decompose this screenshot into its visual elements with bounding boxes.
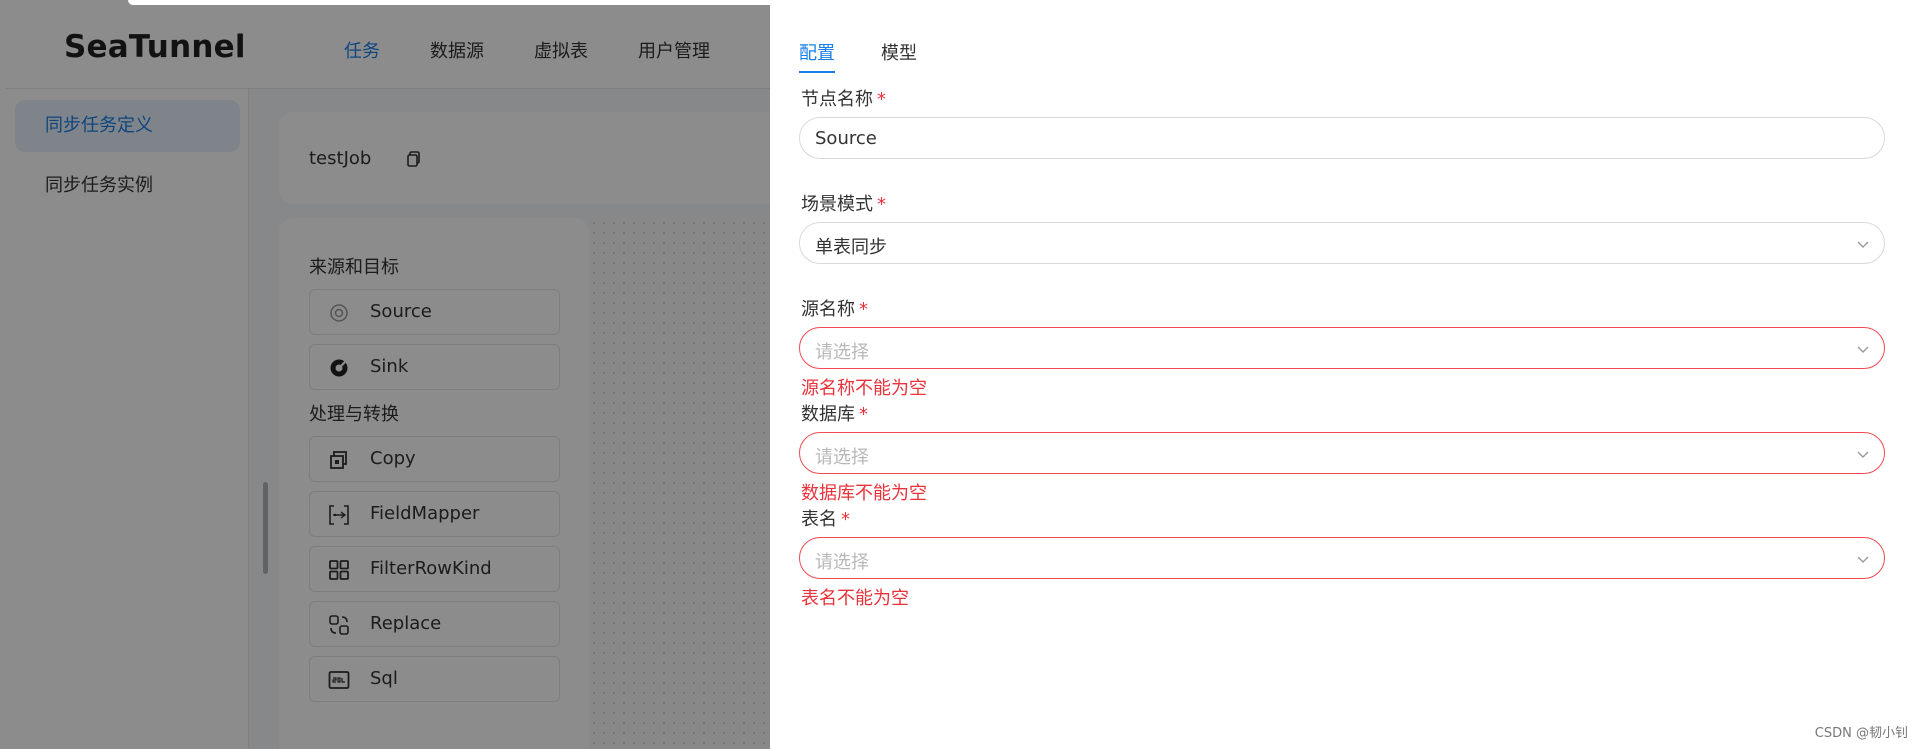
source-name-label: 源名称 * (801, 299, 868, 320)
watermark: CSDN @韧小钊 (1814, 726, 1908, 741)
required-mark: * (877, 194, 886, 215)
required-mark: * (877, 89, 886, 110)
tab-config[interactable]: 配置 (799, 39, 835, 73)
table-name-label: 表名 * (801, 509, 850, 530)
node-name-value: Source (815, 128, 877, 149)
chevron-down-icon (1857, 451, 1869, 458)
database-error: 数据库不能为空 (801, 483, 927, 504)
scene-mode-value: 单表同步 (815, 237, 887, 258)
chevron-down-icon (1857, 241, 1869, 248)
table-name-placeholder: 请选择 (815, 552, 869, 573)
scene-mode-select[interactable]: 单表同步 (799, 222, 1885, 264)
database-placeholder: 请选择 (815, 447, 869, 468)
table-name-select[interactable]: 请选择 (799, 537, 1885, 579)
source-name-error: 源名称不能为空 (801, 378, 927, 399)
required-mark: * (859, 299, 868, 320)
database-label: 数据库 * (801, 404, 868, 425)
node-name-input[interactable]: Source (799, 117, 1885, 159)
drawer-tabs: 配置 模型 (799, 39, 963, 73)
node-name-label: 节点名称 * (801, 89, 886, 110)
modal-overlay[interactable] (0, 0, 770, 749)
source-name-placeholder: 请选择 (815, 342, 869, 363)
chevron-down-icon (1857, 346, 1869, 353)
source-name-select[interactable]: 请选择 (799, 327, 1885, 369)
required-mark: * (859, 404, 868, 425)
required-mark: * (841, 509, 850, 530)
tab-model[interactable]: 模型 (881, 39, 917, 73)
node-config-drawer: 配置 模型 节点名称 * Source 场景模式 * 单表同步 源名称 * 请选择 源… (770, 9, 1920, 749)
database-select[interactable]: 请选择 (799, 432, 1885, 474)
chevron-down-icon (1857, 556, 1869, 563)
scene-mode-label: 场景模式 * (801, 194, 886, 215)
table-name-error: 表名不能为空 (801, 588, 909, 609)
browser-bar-edge (128, 0, 1350, 5)
